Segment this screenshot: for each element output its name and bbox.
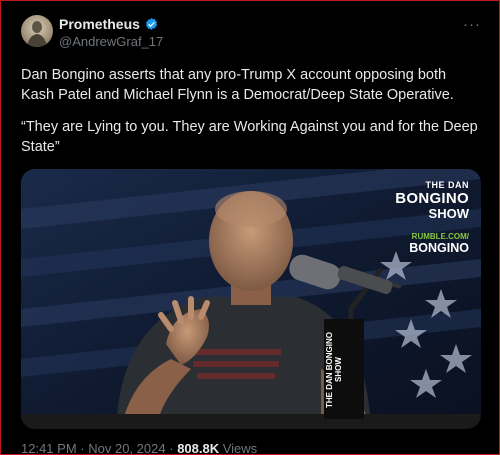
avatar[interactable] bbox=[21, 15, 53, 47]
rumble-channel: BONGINO bbox=[409, 241, 469, 255]
views-count: 808.8K bbox=[177, 441, 220, 455]
mic-flag-text: THE DAN BONGINO SHOW bbox=[326, 332, 343, 408]
more-horizontal-icon[interactable]: ··· bbox=[463, 17, 481, 32]
views-label: Views bbox=[222, 441, 258, 455]
rumble-watermark: RUMBLE.COM/ BONGINO bbox=[409, 233, 469, 255]
logo-line3: SHOW bbox=[428, 206, 469, 221]
logo-line2: BONGINO bbox=[395, 190, 469, 207]
footer-separator: · bbox=[169, 441, 174, 455]
tweet-text: Dan Bongino asserts that any pro-Trump X… bbox=[21, 65, 483, 157]
name-row: Prometheus bbox=[59, 16, 159, 32]
tweet-video[interactable]: THE DAN BONGINO SHOW RUMBLE.COM/ BONGINO… bbox=[21, 169, 481, 429]
post-date[interactable]: Nov 20, 2024 bbox=[88, 441, 165, 454]
tweet-paragraph: “They are Lying to you. They are Working… bbox=[21, 119, 478, 155]
logo-line1: THE DAN bbox=[425, 180, 469, 190]
shirt-print bbox=[191, 349, 281, 379]
tweet-header: Prometheus @AndrewGraf_17 ··· bbox=[21, 15, 481, 55]
verified-badge-icon bbox=[145, 17, 157, 30]
footer-separator: · bbox=[80, 441, 85, 455]
avatar-portrait-icon bbox=[27, 21, 47, 47]
tweet-footer: 12:41 PM · Nov 20, 2024 · 808.8K Views bbox=[21, 441, 258, 455]
tweet-paragraph: Dan Bongino asserts that any pro-Trump X… bbox=[21, 67, 454, 103]
post-time[interactable]: 12:41 PM bbox=[21, 441, 77, 454]
rumble-url: RUMBLE.COM/ bbox=[411, 232, 469, 241]
author-handle[interactable]: @AndrewGraf_17 bbox=[59, 34, 163, 49]
display-name[interactable]: Prometheus bbox=[59, 16, 140, 32]
show-logo: THE DAN BONGINO SHOW bbox=[395, 180, 469, 221]
tweet-card: Prometheus @AndrewGraf_17 ··· Dan Bongin… bbox=[0, 0, 500, 455]
